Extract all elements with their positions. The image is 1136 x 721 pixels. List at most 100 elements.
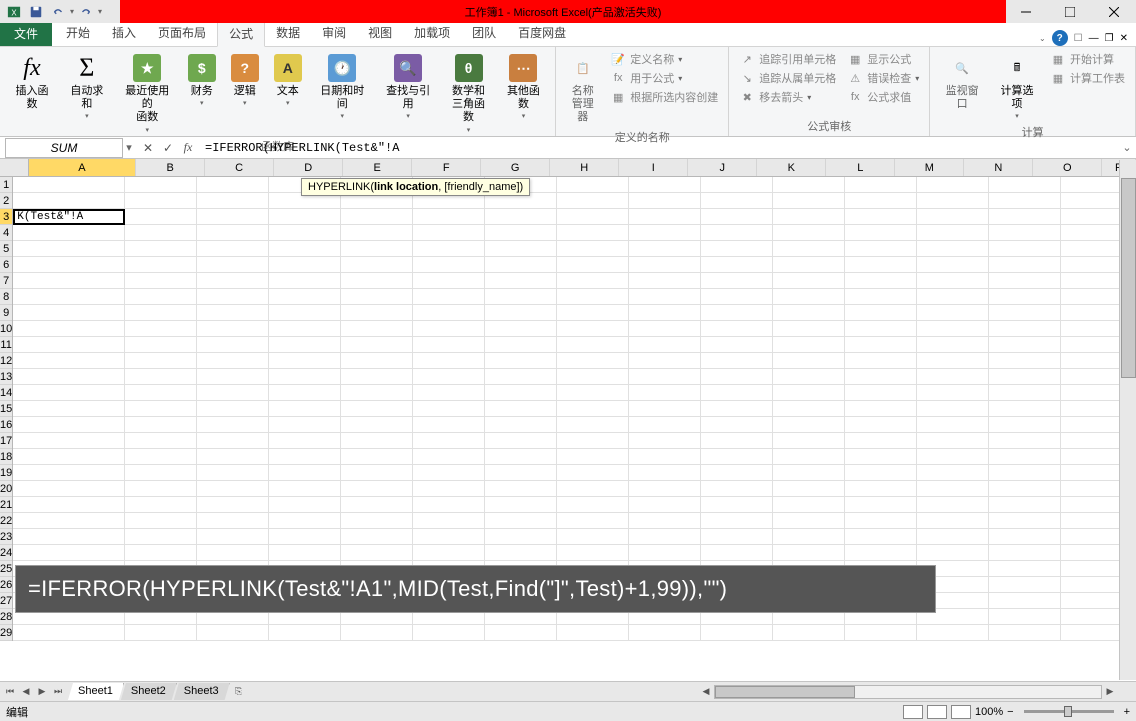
cell-E7[interactable]	[341, 273, 413, 289]
cell-I4[interactable]	[629, 225, 701, 241]
cell-K23[interactable]	[773, 529, 845, 545]
cell-D29[interactable]	[269, 625, 341, 641]
cell-A23[interactable]	[13, 529, 125, 545]
row-header-26[interactable]: 26	[0, 577, 12, 593]
row-header-29[interactable]: 29	[0, 625, 12, 641]
cell-M10[interactable]	[917, 321, 989, 337]
row-header-6[interactable]: 6	[0, 257, 12, 273]
cell-N22[interactable]	[989, 513, 1061, 529]
cell-K16[interactable]	[773, 417, 845, 433]
cell-B12[interactable]	[125, 353, 197, 369]
sheet-nav-next[interactable]: ▶	[34, 684, 50, 700]
cell-K6[interactable]	[773, 257, 845, 273]
cell-K21[interactable]	[773, 497, 845, 513]
cell-L3[interactable]	[845, 209, 917, 225]
cell-D6[interactable]	[269, 257, 341, 273]
row-header-7[interactable]: 7	[0, 273, 12, 289]
cell-D18[interactable]	[269, 449, 341, 465]
cell-D15[interactable]	[269, 401, 341, 417]
help-icon[interactable]: ?	[1052, 30, 1068, 46]
select-all-corner[interactable]	[0, 159, 29, 176]
cell-N26[interactable]	[989, 577, 1061, 593]
cell-I1[interactable]	[629, 177, 701, 193]
cell-D3[interactable]	[269, 209, 341, 225]
cell-K10[interactable]	[773, 321, 845, 337]
cell-N19[interactable]	[989, 465, 1061, 481]
cell-I23[interactable]	[629, 529, 701, 545]
insert-function-button[interactable]: fx 插入函数	[6, 50, 58, 113]
cell-A15[interactable]	[13, 401, 125, 417]
cell-C10[interactable]	[197, 321, 269, 337]
cell-I21[interactable]	[629, 497, 701, 513]
doc-restore-icon[interactable]: ❐	[1105, 33, 1114, 44]
cell-A12[interactable]	[13, 353, 125, 369]
cell-G13[interactable]	[485, 369, 557, 385]
cell-L17[interactable]	[845, 433, 917, 449]
cell-M13[interactable]	[917, 369, 989, 385]
cell-H15[interactable]	[557, 401, 629, 417]
cell-G22[interactable]	[485, 513, 557, 529]
cell-M18[interactable]	[917, 449, 989, 465]
cell-H19[interactable]	[557, 465, 629, 481]
financial-button[interactable]: $ 财务▾	[182, 50, 222, 109]
save-icon[interactable]	[26, 3, 46, 21]
cell-D4[interactable]	[269, 225, 341, 241]
tab-团队[interactable]: 团队	[461, 20, 507, 46]
cell-D16[interactable]	[269, 417, 341, 433]
cell-I13[interactable]	[629, 369, 701, 385]
cell-G23[interactable]	[485, 529, 557, 545]
cell-N12[interactable]	[989, 353, 1061, 369]
cell-F29[interactable]	[413, 625, 485, 641]
cell-H21[interactable]	[557, 497, 629, 513]
cell-M8[interactable]	[917, 289, 989, 305]
cell-N10[interactable]	[989, 321, 1061, 337]
cell-E6[interactable]	[341, 257, 413, 273]
cell-E17[interactable]	[341, 433, 413, 449]
cell-M17[interactable]	[917, 433, 989, 449]
row-header-22[interactable]: 22	[0, 513, 12, 529]
cell-N11[interactable]	[989, 337, 1061, 353]
cell-G29[interactable]	[485, 625, 557, 641]
close-button[interactable]	[1092, 0, 1136, 23]
calc-options-button[interactable]: 🖩 计算选项▾	[991, 50, 1043, 122]
cell-J14[interactable]	[701, 385, 773, 401]
cell-L19[interactable]	[845, 465, 917, 481]
cell-N24[interactable]	[989, 545, 1061, 561]
row-header-18[interactable]: 18	[0, 449, 12, 465]
tab-数据[interactable]: 数据	[265, 20, 311, 46]
cell-A18[interactable]	[13, 449, 125, 465]
cell-B16[interactable]	[125, 417, 197, 433]
enter-formula-button[interactable]: ✓	[159, 139, 177, 157]
cell-C11[interactable]	[197, 337, 269, 353]
cell-A24[interactable]	[13, 545, 125, 561]
cell-A7[interactable]	[13, 273, 125, 289]
cell-A3[interactable]: K(Test&"!A	[13, 209, 125, 225]
row-header-12[interactable]: 12	[0, 353, 12, 369]
cell-E29[interactable]	[341, 625, 413, 641]
cell-D7[interactable]	[269, 273, 341, 289]
trace-dependents-button[interactable]: ↘追踪从属单元格	[735, 69, 840, 87]
cell-N15[interactable]	[989, 401, 1061, 417]
col-header-L[interactable]: L	[826, 159, 895, 176]
cell-I3[interactable]	[629, 209, 701, 225]
cell-L11[interactable]	[845, 337, 917, 353]
cell-E24[interactable]	[341, 545, 413, 561]
cell-H22[interactable]	[557, 513, 629, 529]
cell-E9[interactable]	[341, 305, 413, 321]
cancel-formula-button[interactable]: ✕	[139, 139, 157, 157]
row-header-21[interactable]: 21	[0, 497, 12, 513]
cell-A17[interactable]	[13, 433, 125, 449]
ribbon-options-icon[interactable]: ☐	[1074, 33, 1083, 44]
minimize-button[interactable]	[1004, 0, 1048, 23]
cell-J8[interactable]	[701, 289, 773, 305]
row-header-13[interactable]: 13	[0, 369, 12, 385]
cell-A11[interactable]	[13, 337, 125, 353]
cell-E16[interactable]	[341, 417, 413, 433]
cell-M15[interactable]	[917, 401, 989, 417]
cell-E5[interactable]	[341, 241, 413, 257]
cell-A29[interactable]	[13, 625, 125, 641]
name-box-dropdown[interactable]: ▾	[123, 141, 135, 154]
cell-L15[interactable]	[845, 401, 917, 417]
cell-I6[interactable]	[629, 257, 701, 273]
cell-N5[interactable]	[989, 241, 1061, 257]
